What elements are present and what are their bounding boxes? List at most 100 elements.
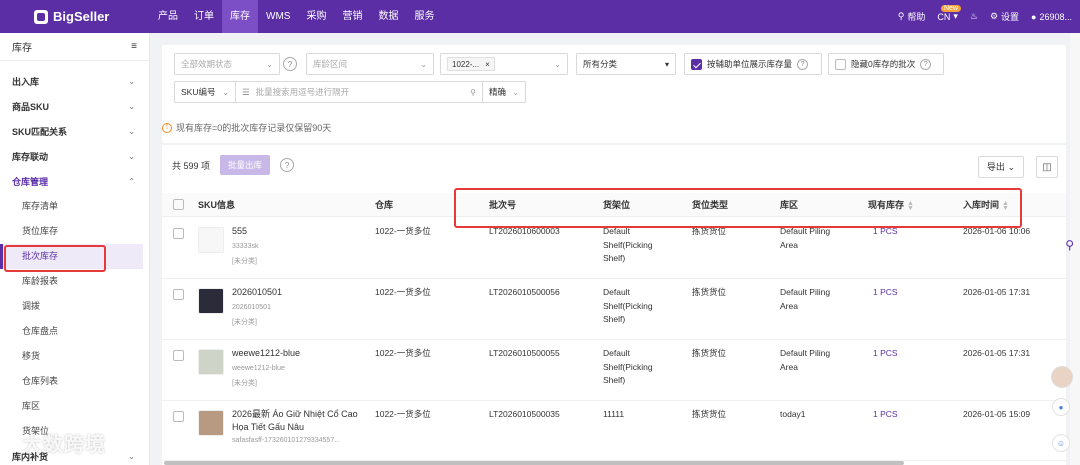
help-icon[interactable]: ? <box>797 58 809 70</box>
sidebar-item-stocktake[interactable]: 仓库盘点 <box>0 319 149 344</box>
sidebar-group-stock-sync[interactable]: 库存联动 ⌄ <box>0 144 149 169</box>
caret-down-icon: ▾ <box>664 59 669 69</box>
search-field-select[interactable]: SKU编号 ⌄ <box>174 81 236 103</box>
select-all-checkbox[interactable] <box>173 199 184 210</box>
nav-products[interactable]: 产品 <box>150 0 186 33</box>
support-avatar[interactable] <box>1051 366 1073 388</box>
col-inbound-time[interactable]: 入库时间 ▲ ▼ <box>963 193 1009 217</box>
bell-icon: ♨ <box>969 11 978 21</box>
sku-name[interactable]: weewe1212-blue <box>232 347 367 360</box>
col-current-stock[interactable]: 现有库存 ▲ ▼ <box>868 193 914 217</box>
batch-cell: LT2026010600003 <box>489 226 560 236</box>
sidebar-group-in-out[interactable]: 出入库 ⌄ <box>0 69 149 94</box>
nav-wms[interactable]: WMS <box>258 0 298 33</box>
chevron-down-icon: ▾ <box>953 11 958 21</box>
language-select[interactable]: CN ▾ <box>937 11 958 22</box>
column-settings-icon[interactable]: ◫ <box>1036 156 1058 178</box>
warehouse-cell: 1022-一货多位 <box>375 348 431 358</box>
sidebar-item-age-report[interactable]: 库龄报表 <box>0 269 149 294</box>
help-label: 帮助 <box>907 12 926 22</box>
collapse-menu-icon[interactable]: ≡ <box>131 41 137 52</box>
hide-zero-label: 隐藏0库存的批次 <box>851 59 916 69</box>
help-icon[interactable]: ? <box>280 158 295 172</box>
warehouse-cell: 1022-一货多位 <box>375 226 431 236</box>
stock-link[interactable]: 1 PCS <box>873 408 898 422</box>
aux-unit-toggle[interactable]: 按辅助单位展示库存量 ? <box>684 53 822 75</box>
search-placeholder: 批量搜索用逗号进行隔开 <box>255 87 350 97</box>
expiry-status-select[interactable]: 全部效期状态 ⌄ <box>174 53 280 75</box>
export-button[interactable]: 导出 ⌄ <box>977 156 1024 178</box>
nav-data[interactable]: 数据 <box>370 0 406 33</box>
col-current-stock-label: 现有库存 <box>868 200 905 210</box>
row-checkbox[interactable] <box>173 289 184 300</box>
sort-icon[interactable]: ▲ ▼ <box>907 200 914 212</box>
sidebar-group-warehouse[interactable]: 仓库管理 ⌃ <box>0 169 149 194</box>
sidebar-group-label: SKU匹配关系 <box>12 127 68 137</box>
sku-name[interactable]: 555 <box>232 225 367 238</box>
sidebar-header: 库存 ≡ <box>0 33 149 61</box>
sidebar-group-sku[interactable]: 商品SKU ⌄ <box>0 94 149 119</box>
horizontal-scrollbar[interactable] <box>164 461 904 465</box>
row-checkbox[interactable] <box>173 411 184 422</box>
stock-link[interactable]: 1 PCS <box>873 225 898 239</box>
chat-icon[interactable]: ● <box>1052 398 1070 416</box>
match-mode-select[interactable]: 精确 ⌄ <box>482 81 526 103</box>
help-icon[interactable]: ? <box>920 58 932 70</box>
table-row[interactable]: 555 33333sk [未分类] 1022-一货多位 LT2026010600… <box>162 218 1066 279</box>
help-icon[interactable]: ? <box>283 57 297 71</box>
nav-purchase[interactable]: 采购 <box>298 0 334 33</box>
sidebar-group-sku-mapping[interactable]: SKU匹配关系 ⌄ <box>0 119 149 144</box>
help-link[interactable]: ⚲ 帮助 <box>898 10 926 23</box>
table-row[interactable]: weewe1212-blue weewe1212-blue [未分类] 1022… <box>162 340 1066 401</box>
row-checkbox[interactable] <box>173 350 184 361</box>
location-type-cell: 拣货货位 <box>692 287 727 297</box>
zone-cell: Default Piling Area <box>780 348 831 372</box>
sku-name[interactable]: 2026最新 Áo Giữ Nhiệt Cổ Cao Họa Tiết Gấu … <box>232 408 367 434</box>
bigseller-logo[interactable]: BigSeller <box>0 9 150 24</box>
nav-orders[interactable]: 订单 <box>186 0 222 33</box>
nav-services[interactable]: 服务 <box>406 0 442 33</box>
batch-outbound-button[interactable]: 批量出库 <box>220 155 271 175</box>
sku-name[interactable]: 2026010501 <box>232 286 367 299</box>
table-row[interactable]: 2026010501 2026010501 [未分类] 1022-一货多位 LT… <box>162 279 1066 340</box>
notification-button[interactable]: ♨ <box>970 11 978 22</box>
list-icon: ☰ <box>242 86 250 97</box>
sidebar-item-location-stock[interactable]: 货位库存 <box>0 219 149 244</box>
sidebar-item-inventory-list[interactable]: 库存清单 <box>0 194 149 219</box>
bot-icon[interactable]: ☺ <box>1052 434 1070 452</box>
settings-link[interactable]: ⚙ 设置 <box>990 10 1019 23</box>
row-checkbox[interactable] <box>173 228 184 239</box>
search-icon[interactable]: ⚲ <box>1065 238 1074 252</box>
nav-inventory[interactable]: 库存 <box>222 0 258 33</box>
table-toolbar: 共 599 项 批量出库 ? <box>162 145 1066 185</box>
watermark-text: 大数跨境 <box>22 434 106 456</box>
search-icon: ⚲ <box>897 11 905 21</box>
hide-zero-toggle[interactable]: 隐藏0库存的批次 ? <box>828 53 944 75</box>
search-icon[interactable]: ⚲ <box>470 88 476 97</box>
warehouse-select[interactable]: 1022-... × ⌄ <box>440 53 568 75</box>
sidebar-item-warehouse-list[interactable]: 仓库列表 <box>0 369 149 394</box>
col-batch-no: 批次号 <box>489 200 517 210</box>
sort-icon[interactable]: ▲ ▼ <box>1002 200 1009 212</box>
sidebar-item-zone[interactable]: 库区 <box>0 394 149 419</box>
sidebar: 库存 ≡ 出入库 ⌄ 商品SKU ⌄ SKU匹配关系 ⌄ 库存联动 ⌄ 仓库管理 ⌃ 库存… <box>0 33 150 465</box>
stock-age-select[interactable]: 库龄区间 ⌄ <box>306 53 434 75</box>
search-input[interactable]: ☰ 批量搜索用逗号进行隔开 ⚲ <box>235 81 483 103</box>
stock-link[interactable]: 1 PCS <box>873 347 898 361</box>
close-icon[interactable]: × <box>485 58 490 70</box>
inbound-time-cell: 2026-01-05 17:31 <box>963 287 1031 297</box>
sidebar-item-transfer[interactable]: 调拨 <box>0 294 149 319</box>
sku-category: [未分类] <box>232 380 257 387</box>
table-row[interactable]: 2026最新 Áo Giữ Nhiệt Cổ Cao Họa Tiết Gấu … <box>162 401 1066 461</box>
sidebar-item-batch-stock[interactable]: 批次库存 <box>0 244 143 269</box>
warning-icon: ! <box>162 122 172 133</box>
hide-zero-checkbox[interactable] <box>835 58 846 70</box>
aux-unit-checkbox[interactable] <box>691 58 702 70</box>
user-menu[interactable]: ● 26908... <box>1031 12 1072 22</box>
stock-link[interactable]: 1 PCS <box>873 286 898 300</box>
user-icon: ● <box>1031 11 1037 22</box>
sidebar-item-move[interactable]: 移货 <box>0 344 149 369</box>
nav-marketing[interactable]: 营销 <box>334 0 370 33</box>
language-label: CN <box>937 11 951 22</box>
category-select[interactable]: 所有分类 ▾ <box>576 53 676 75</box>
